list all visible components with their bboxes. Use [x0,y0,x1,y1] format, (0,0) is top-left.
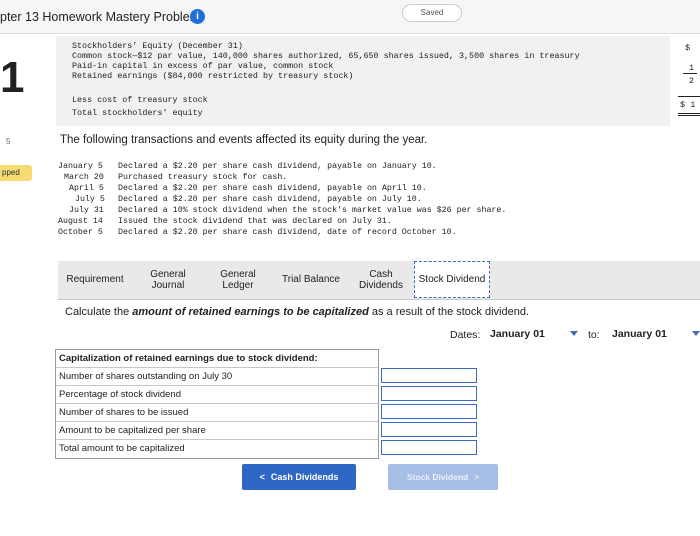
equity-total-double-rule-2 [678,115,700,116]
txn-text: Declared a $2.20 per share cash dividend… [118,195,422,204]
tab-cash-dividends[interactable]: Cash Dividends [350,261,412,298]
left-marker: 5 [6,137,11,146]
equity-value-top: 1 [689,63,695,73]
info-icon[interactable]: i [190,9,205,24]
equity-dollar-sign: $ [685,43,691,53]
next-tab-label: Stock Dividend [406,472,469,482]
equity-total-value: $ 1 [680,100,696,110]
shares-outstanding-input[interactable] [381,368,477,383]
total-amount-input[interactable] [381,440,477,455]
instruction-emphasis: amount of retained earnings to be capita… [132,306,369,318]
previous-tab-button[interactable]: < Cash Dividends [242,464,356,490]
instruction-text: Calculate the amount of retained earning… [65,306,529,318]
chevron-down-icon[interactable] [570,331,578,336]
tab-requirement[interactable]: Requirement [58,261,132,298]
equity-line-retained-earnings: Retained earnings ($84,000 restricted by… [72,71,354,81]
table-row: Number of shares outstanding on July 30 [56,368,378,386]
txn-date: April 5 [69,184,104,193]
tab-trial-balance[interactable]: Trial Balance [274,261,348,298]
tab-general-ledger[interactable]: General Ledger [204,261,272,298]
from-date-select[interactable]: January 01 [486,325,578,344]
next-tab-button[interactable]: Stock Dividend > [388,464,498,490]
to-label: to: [588,329,600,341]
chevron-down-icon[interactable] [692,331,700,336]
equity-line-paid-in-capital: Paid-in capital in excess of par value, … [72,61,334,71]
txn-date: July 31 [69,206,104,215]
equity-line-common-stock: Common stock—$12 par value, 140,000 shar… [72,51,580,61]
tab-stock-dividend[interactable]: Stock Dividend [414,261,490,298]
txn-text: Purchased treasury stock for cash. [118,173,288,182]
chevron-left-icon: < [259,472,265,482]
table-row: Number of shares to be issued [56,404,378,422]
skipped-badge[interactable]: pped [0,165,32,181]
shares-issued-input[interactable] [381,404,477,419]
instruction-post: as a result of the stock dividend. [368,306,530,318]
txn-date: March 20 [64,173,104,182]
stockholders-equity-panel: Stockholders' Equity (December 31) Commo… [56,36,670,126]
tab-bar-divider [58,299,700,300]
equity-line-treasury-stock: Less cost of treasury stock [72,95,208,105]
table-row: Total amount to be capitalized [59,443,185,454]
table-row: Percentage of stock dividend [56,386,378,404]
txn-date: August 14 [58,217,103,226]
tab-bar: Requirement General Journal General Ledg… [58,261,700,300]
equity-total-rule [678,96,700,97]
txn-text: Declared a $2.20 per share cash dividend… [118,162,437,171]
equity-line-total: Total stockholders' equity [72,108,203,118]
intro-text: The following transactions and events af… [60,134,428,146]
saved-status-badge: Saved [402,4,462,22]
equity-total-double-rule [678,113,700,114]
top-bar: pter 13 Homework Mastery Problem i Saved [0,0,700,34]
txn-date: July 5 [75,195,105,204]
dividend-percentage-input[interactable] [381,386,477,401]
question-number[interactable]: 1 [0,56,24,100]
instruction-pre: Calculate the [65,306,133,318]
txn-text: Issued the stock dividend that was decla… [118,217,392,226]
txn-text: Declared a 10% stock dividend when the s… [118,206,507,215]
txn-date: October 5 [58,228,103,237]
assignment-title: pter 13 Homework Mastery Problem [0,10,201,24]
table-row: Amount to be capitalized per share [56,422,378,440]
to-date-select[interactable]: January 01 [608,325,688,344]
tab-general-journal[interactable]: General Journal [134,261,202,298]
equity-value-bottom: 2 [689,76,695,86]
capitalization-table: Capitalization of retained earnings due … [55,349,379,459]
previous-tab-label: Cash Dividends [270,472,339,482]
txn-text: Declared a $2.20 per share cash dividend… [118,228,457,237]
txn-text: Declared a $2.20 per share cash dividend… [118,184,427,193]
txn-date: January 5 [58,162,103,171]
equity-heading: Stockholders' Equity (December 31) [72,41,243,51]
chevron-right-icon: > [474,472,480,482]
capitalization-header: Capitalization of retained earnings due … [56,350,378,368]
equity-value-divider [683,73,697,74]
amount-per-share-input[interactable] [381,422,477,437]
dates-label: Dates: [450,329,481,341]
